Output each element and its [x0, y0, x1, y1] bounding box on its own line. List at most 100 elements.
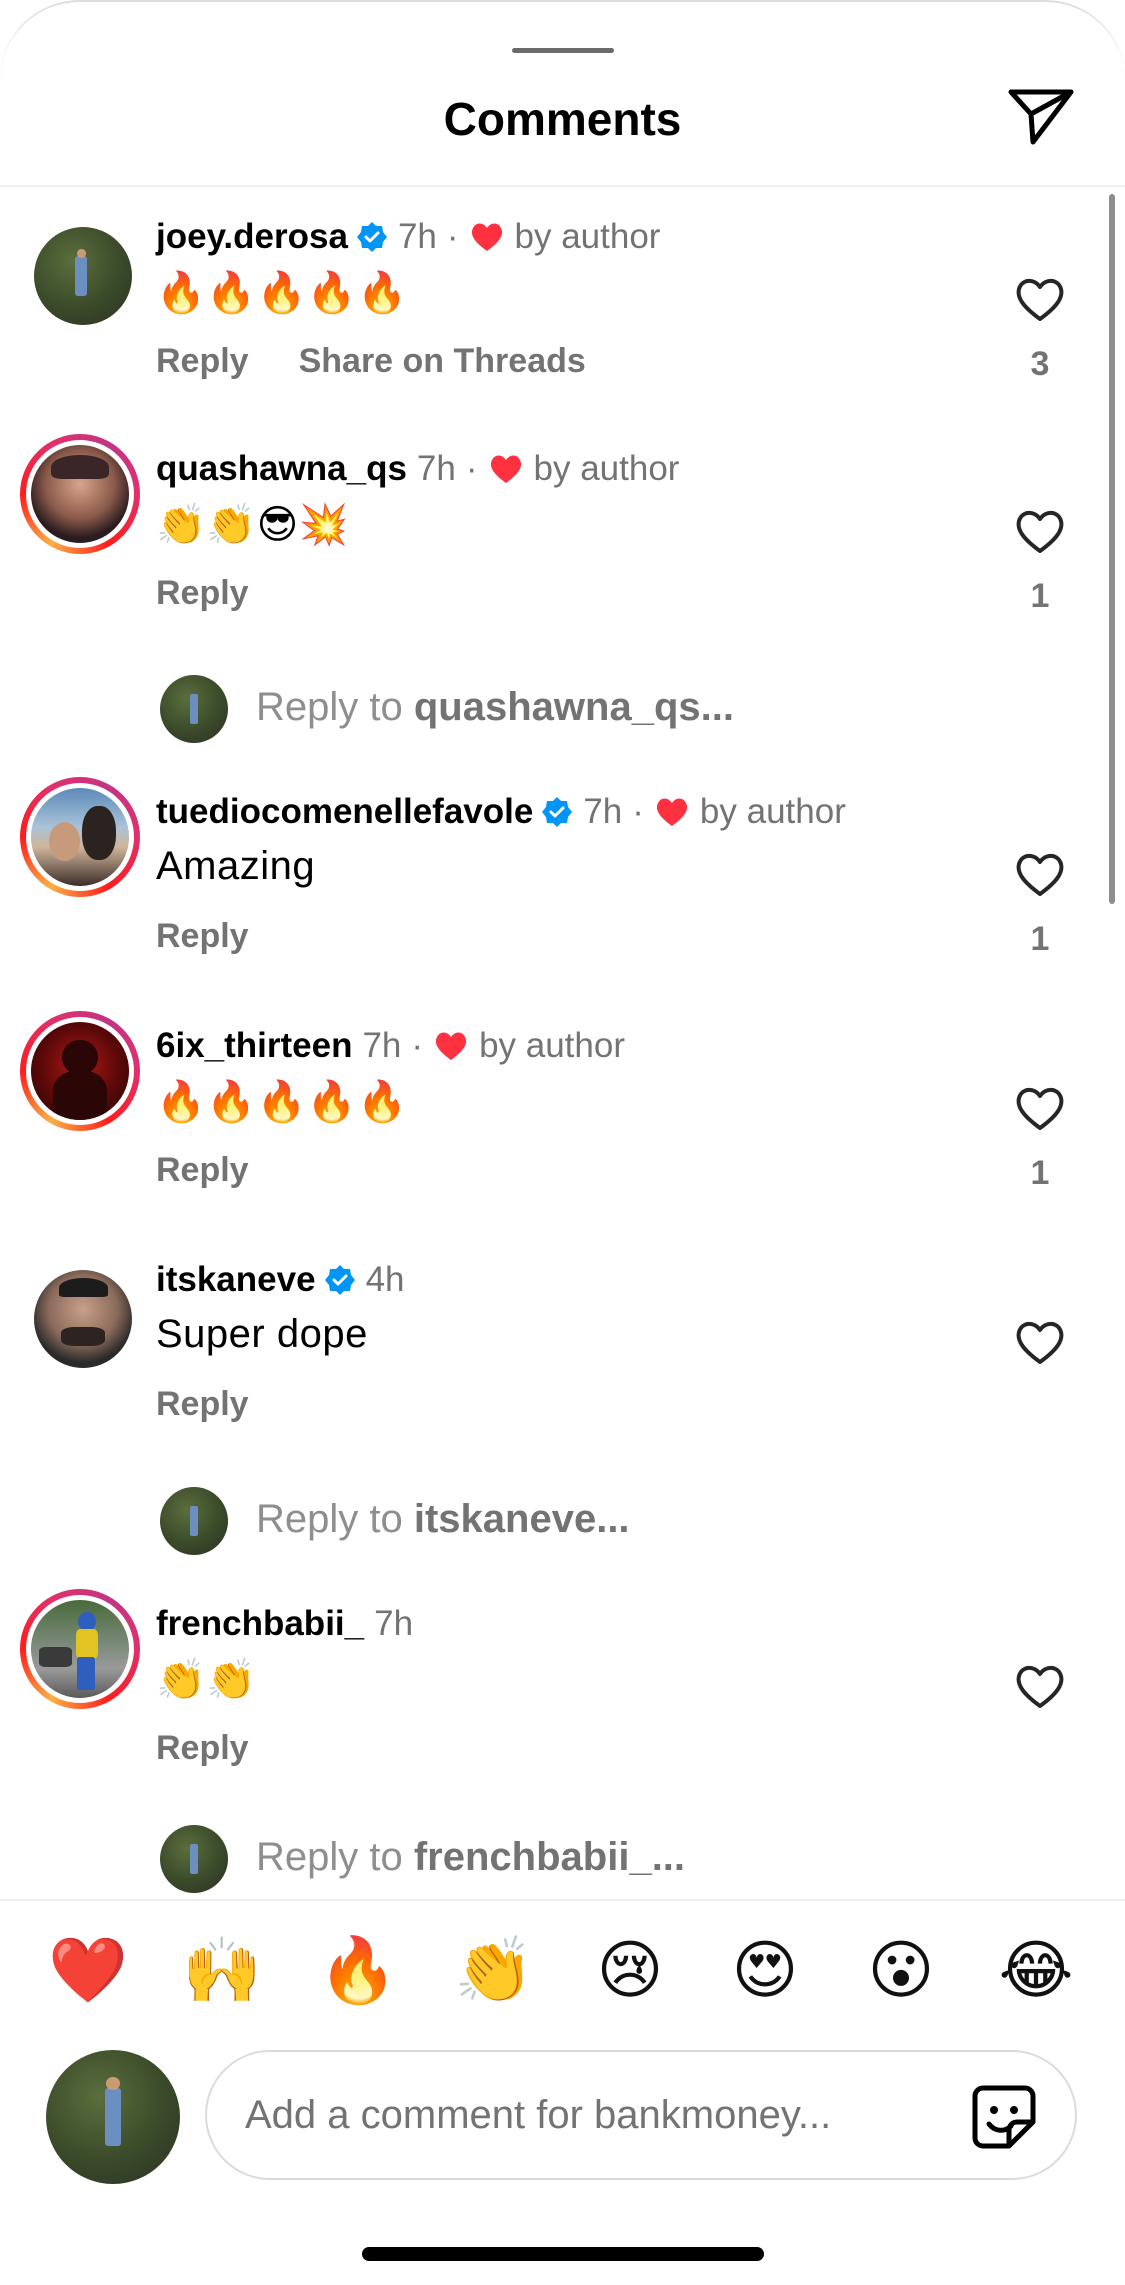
comment-username[interactable]: itskaneve: [156, 1260, 316, 1300]
comment-actions: Reply Share on Threads: [156, 342, 586, 381]
emoji-crying-button[interactable]: 😢: [590, 1931, 670, 2011]
avatar[interactable]: [20, 434, 140, 554]
comment-text: Amazing: [156, 844, 316, 888]
scrollbar[interactable]: [1109, 194, 1115, 904]
avatar[interactable]: [34, 227, 132, 325]
avatar: [160, 1487, 228, 1555]
reply-button[interactable]: Reply: [156, 1385, 249, 1423]
reply-prompt-text[interactable]: Reply to quashawna_qs...: [256, 685, 734, 730]
comment-meta: tuediocomenellefavole 7h · by author: [156, 792, 846, 832]
emoji-laughing-button[interactable]: 😂: [996, 1931, 1076, 2011]
emoji-surprised-button[interactable]: 😮: [861, 1931, 941, 2011]
comment-time: 7h: [416, 449, 456, 488]
comment-username[interactable]: quashawna_qs: [156, 449, 407, 489]
like-count: 1: [1030, 1154, 1050, 1192]
comment-actions: Reply: [156, 1151, 249, 1190]
comment-text: 🔥🔥🔥🔥🔥: [156, 1080, 408, 1124]
comment-time: 7h: [362, 1026, 402, 1065]
reply-button[interactable]: Reply: [156, 917, 249, 955]
separator-dot: ·: [465, 449, 478, 488]
comment-username[interactable]: 6ix_thirteen: [156, 1026, 352, 1066]
comment-meta: itskaneve 4h: [156, 1260, 405, 1300]
avatar: [46, 2050, 180, 2184]
like-count: 1: [1030, 577, 1050, 615]
comment-meta: quashawna_qs 7h · by author: [156, 449, 679, 489]
liked-by-author-heart-icon: [436, 1032, 467, 1060]
separator-dot: ·: [411, 1026, 424, 1065]
avatar[interactable]: [20, 1011, 140, 1131]
comment-meta: joey.derosa 7h · by author: [156, 217, 660, 257]
comment-actions: Reply: [156, 917, 249, 956]
sticker-icon[interactable]: [969, 2082, 1039, 2152]
verified-badge-icon: [356, 222, 387, 252]
heart-outline-icon[interactable]: [1014, 507, 1066, 555]
heart-outline-icon[interactable]: [1014, 850, 1066, 898]
comment-meta: 6ix_thirteen 7h · by author: [156, 1026, 625, 1066]
emoji-clap-button[interactable]: 👏: [454, 1931, 534, 2011]
heart-outline-icon[interactable]: [1014, 275, 1066, 323]
heart-outline-icon[interactable]: [1014, 1084, 1066, 1132]
comment-text: Super dope: [156, 1312, 368, 1356]
heart-outline-icon[interactable]: [1014, 1318, 1066, 1366]
comment-text: 👏👏: [156, 1658, 257, 1702]
comment-input[interactable]: [245, 2082, 945, 2148]
reply-button[interactable]: Reply: [156, 1729, 249, 1767]
like-count: 3: [1030, 345, 1050, 383]
comment-meta: frenchbabii_ 7h: [156, 1604, 413, 1644]
liked-by-author-heart-icon: [471, 223, 502, 251]
comment-username[interactable]: joey.derosa: [156, 217, 348, 257]
paper-plane-icon[interactable]: [1005, 84, 1077, 150]
reply-prompt-prefix: Reply to: [256, 1497, 414, 1541]
avatar: [160, 675, 228, 743]
reply-prompt-target: frenchbabii_...: [413, 1835, 686, 1879]
comment-composer: [0, 2042, 1125, 2192]
comments-sheet: Comments joey.derosa 7h · by author 🔥🔥🔥🔥…: [0, 0, 1125, 2285]
comment-input-container[interactable]: [205, 2050, 1077, 2180]
liked-by-author-label: by author: [479, 1026, 625, 1065]
liked-by-author-label: by author: [533, 449, 680, 488]
verified-badge-icon: [324, 1265, 355, 1295]
emoji-heart-eyes-button[interactable]: 😍: [725, 1931, 805, 2011]
liked-by-author-heart-icon: [656, 798, 687, 826]
verified-badge-icon: [542, 797, 573, 827]
comments-list[interactable]: joey.derosa 7h · by author 🔥🔥🔥🔥🔥 Reply Sh…: [0, 187, 1125, 1899]
reply-button[interactable]: Reply: [156, 342, 249, 380]
liked-by-author-label: by author: [514, 217, 661, 256]
avatar: [160, 1825, 228, 1893]
separator-dot: ·: [446, 217, 459, 256]
reply-prompt-target: itskaneve...: [413, 1497, 630, 1541]
comment-actions: Reply: [156, 1729, 249, 1768]
comment-actions: Reply: [156, 1385, 249, 1424]
page-title: Comments: [443, 93, 682, 145]
heart-outline-icon[interactable]: [1014, 1662, 1066, 1710]
comment-username[interactable]: frenchbabii_: [156, 1604, 364, 1644]
comment-time: 7h: [583, 792, 623, 831]
share-on-threads-button[interactable]: Share on Threads: [299, 342, 586, 380]
liked-by-author-label: by author: [699, 792, 846, 831]
emoji-raising-hands-button[interactable]: 🙌: [182, 1931, 262, 2011]
comment-username[interactable]: tuediocomenellefavole: [156, 792, 533, 832]
reply-prompt-target: quashawna_qs...: [413, 685, 734, 729]
comment-time: 7h: [397, 217, 437, 256]
comment-text: 👏👏😎💥: [156, 503, 350, 547]
like-count: 1: [1030, 920, 1050, 958]
avatar[interactable]: [20, 1589, 140, 1709]
reply-prompt-prefix: Reply to: [256, 685, 414, 729]
quick-emoji-bar: ❤️ 🙌 🔥 👏 😢 😍 😮 😂: [0, 1899, 1125, 2019]
reply-prompt-prefix: Reply to: [256, 1835, 414, 1879]
reply-button[interactable]: Reply: [156, 1151, 249, 1189]
emoji-fire-button[interactable]: 🔥: [318, 1931, 398, 2011]
emoji-heart-button[interactable]: ❤️: [48, 1931, 128, 2011]
comment-text: 🔥🔥🔥🔥🔥: [156, 271, 408, 315]
sheet-grabber-handle[interactable]: [512, 48, 614, 53]
home-indicator: [362, 2247, 764, 2261]
liked-by-author-heart-icon: [490, 455, 521, 483]
comment-actions: Reply: [156, 574, 249, 613]
avatar[interactable]: [20, 777, 140, 897]
reply-prompt-text[interactable]: Reply to itskaneve...: [256, 1497, 630, 1542]
reply-prompt-text[interactable]: Reply to frenchbabii_...: [256, 1835, 685, 1880]
avatar[interactable]: [34, 1270, 132, 1368]
comment-time: 4h: [365, 1260, 405, 1299]
reply-button[interactable]: Reply: [156, 574, 249, 612]
separator-dot: ·: [632, 792, 644, 831]
